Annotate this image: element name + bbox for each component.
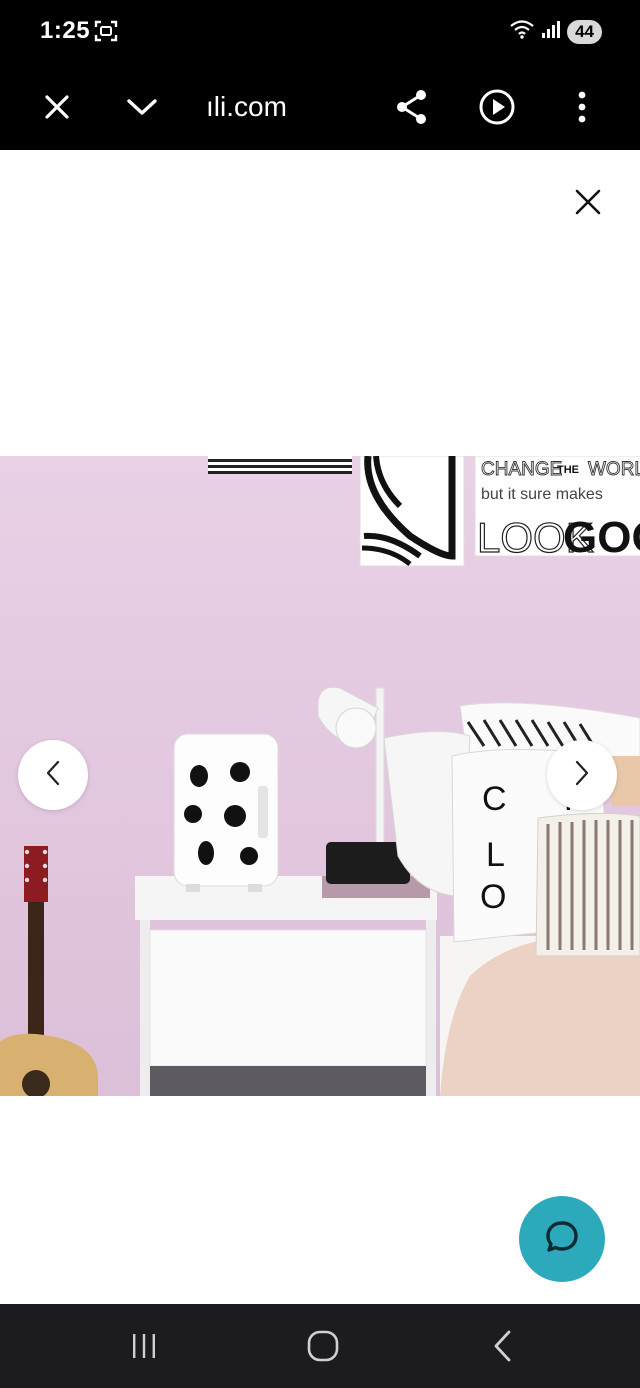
image-viewer: CHANGE THE WORLD but it sure makes LOOK … [0,150,640,1304]
bedroom-scene: CHANGE THE WORLD but it sure makes LOOK … [0,456,640,1096]
recents-icon[interactable] [119,1326,169,1366]
close-icon[interactable] [34,84,80,130]
battery-icon: 44 [567,19,602,44]
signal-icon [541,19,561,44]
url-text[interactable]: ıli.com [206,84,287,130]
status-icons: 44 [509,18,602,45]
chat-icon [542,1217,582,1262]
back-icon[interactable] [478,1326,528,1366]
system-navigation-bar [0,1304,640,1388]
home-icon[interactable] [298,1326,348,1366]
close-icon[interactable] [566,180,610,224]
status-time: 1:25 [40,17,91,44]
status-bar: 1:25 44 [0,0,640,64]
pillow-letter-o: O [480,878,506,916]
poster-text-the: THE [557,464,579,476]
share-icon[interactable] [389,84,435,130]
pillow-letter-l: L [486,836,505,874]
chevron-left-icon [45,760,61,791]
browser-toolbar: ıli.com [0,64,640,150]
wifi-icon [509,18,535,45]
more-vert-icon[interactable] [559,84,605,130]
poster-text-change: CHANGE [481,459,562,480]
chevron-right-icon [574,760,590,791]
pillow-letter-c: C [482,780,507,818]
play-icon[interactable] [474,84,520,130]
chevron-down-icon[interactable] [119,84,165,130]
chat-button[interactable] [519,1196,605,1282]
poster-text-world: WORLD [588,459,640,480]
poster-text-subline: but it sure makes [481,486,603,503]
next-image-button[interactable] [547,740,617,810]
screenshot-icon [94,19,118,43]
poster-text-good: GOOD [563,513,640,562]
previous-image-button[interactable] [18,740,88,810]
product-photo: CHANGE THE WORLD but it sure makes LOOK … [0,456,640,1096]
